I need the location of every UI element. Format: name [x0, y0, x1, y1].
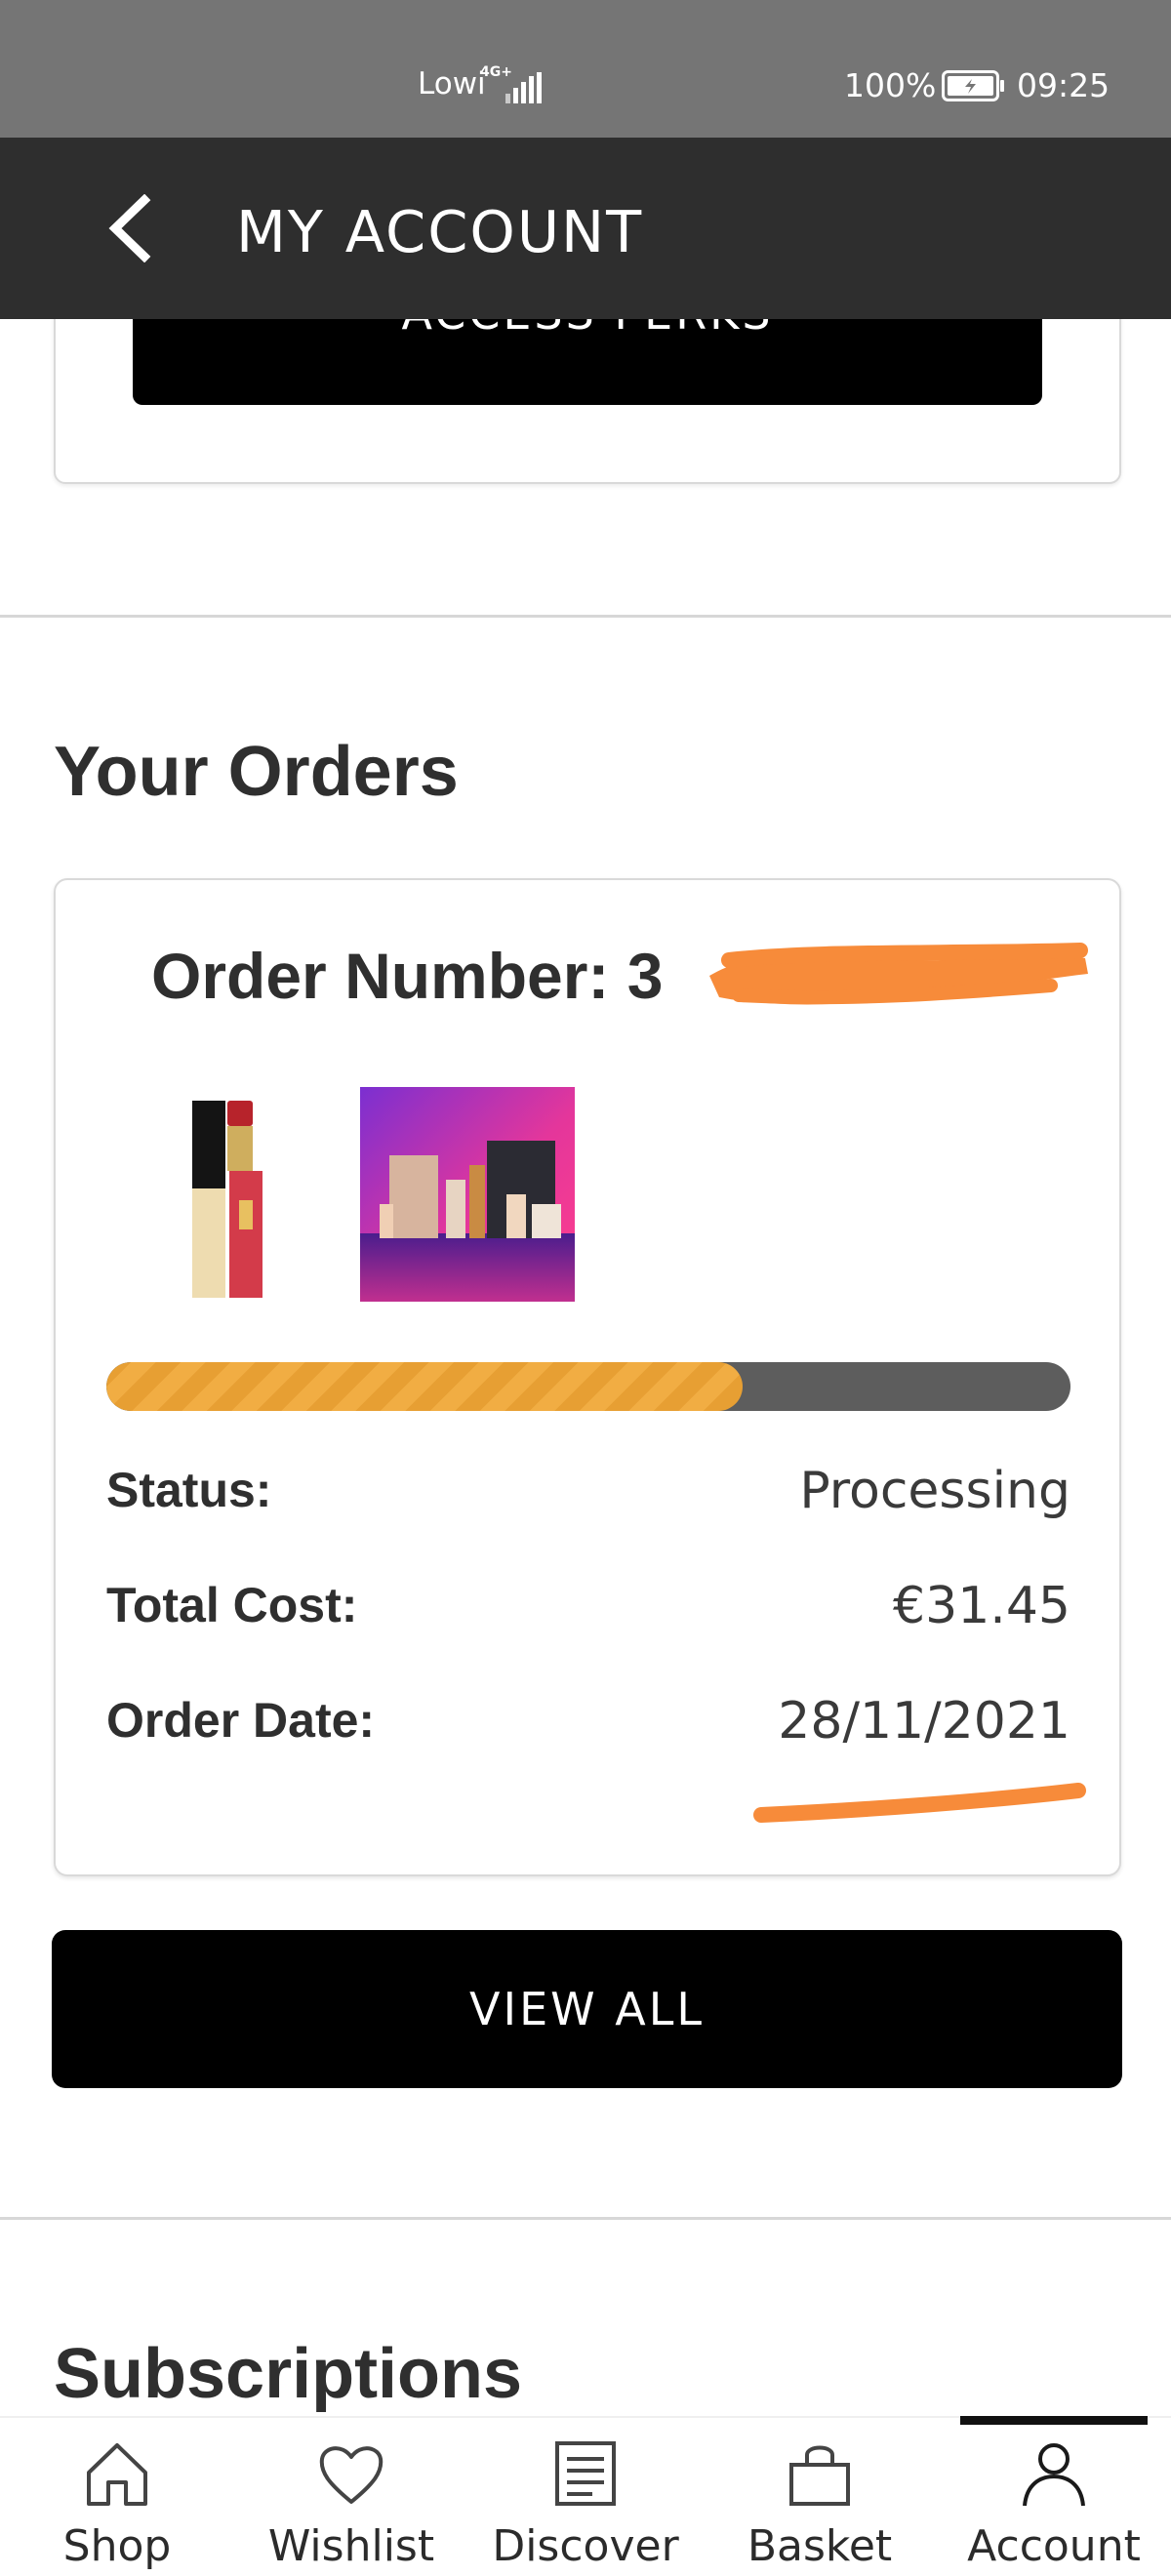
status-bar: Lowi 4G+ 100% 09:25	[0, 0, 1171, 138]
view-all-orders-button[interactable]: VIEW ALL	[52, 1930, 1122, 2088]
app-header: MY ACCOUNT	[0, 138, 1171, 319]
chevron-left-icon[interactable]	[105, 194, 154, 262]
total-cost-label: Total Cost:	[106, 1578, 358, 1632]
order-date-label: Order Date:	[106, 1693, 376, 1748]
redaction-scribble	[709, 943, 1088, 1005]
order-card[interactable]: Order Number: 3 Status: Processing Total…	[54, 878, 1121, 1876]
nav-active-indicator	[960, 2416, 1148, 2425]
home-icon	[87, 2443, 147, 2506]
annotation-underline	[753, 1783, 1086, 1823]
order-progress-fill	[106, 1362, 744, 1411]
nav-label-discover: Discover	[492, 2521, 679, 2571]
nav-label-wishlist: Wishlist	[267, 2521, 435, 2571]
nav-label-basket: Basket	[747, 2521, 893, 2571]
heart-icon	[319, 2446, 384, 2504]
view-all-label: VIEW ALL	[469, 1983, 705, 2035]
battery-icon	[942, 70, 1004, 101]
signal-icon	[505, 72, 542, 103]
nav-item-account[interactable]: Account	[937, 2418, 1171, 2576]
account-screen: Lowi 4G+ 100% 09:25 MY ACCOUNT ACCESS PE…	[0, 0, 1171, 2576]
document-icon	[555, 2441, 616, 2506]
order-date-row: Order Date: 28/11/2021	[106, 1692, 1070, 1760]
subscriptions-section-title: Subscriptions	[54, 2335, 523, 2413]
order-progress-bar	[106, 1362, 1070, 1411]
orders-section-title: Your Orders	[54, 733, 459, 811]
product-thumbnail-beauty-box[interactable]	[360, 1087, 575, 1302]
section-divider	[0, 2217, 1171, 2220]
order-total-row: Total Cost: €31.45	[106, 1577, 1070, 1645]
nav-item-wishlist[interactable]: Wishlist	[234, 2418, 468, 2576]
user-icon	[1023, 2443, 1085, 2507]
nav-item-shop[interactable]: Shop	[0, 2418, 234, 2576]
page-title: MY ACCOUNT	[236, 198, 644, 265]
battery-percent: 100%	[844, 66, 937, 104]
order-date-value: 28/11/2021	[778, 1692, 1070, 1751]
carrier-name: Lowi	[418, 66, 486, 101]
product-thumbnail-lipstick[interactable]	[192, 1093, 329, 1308]
nav-item-basket[interactable]: Basket	[703, 2418, 937, 2576]
status-value: Processing	[799, 1462, 1070, 1520]
section-divider	[0, 615, 1171, 618]
clock: 09:25	[1017, 66, 1110, 104]
total-cost-value: €31.45	[893, 1577, 1070, 1635]
bottom-navigation: Shop Wishlist Discover Basket Account	[0, 2416, 1171, 2576]
nav-label-shop: Shop	[62, 2521, 172, 2571]
order-status-row: Status: Processing	[106, 1462, 1070, 1530]
nav-item-discover[interactable]: Discover	[468, 2418, 703, 2576]
status-label: Status:	[106, 1463, 272, 1517]
bag-icon	[789, 2445, 850, 2506]
nav-label-account: Account	[967, 2521, 1141, 2571]
